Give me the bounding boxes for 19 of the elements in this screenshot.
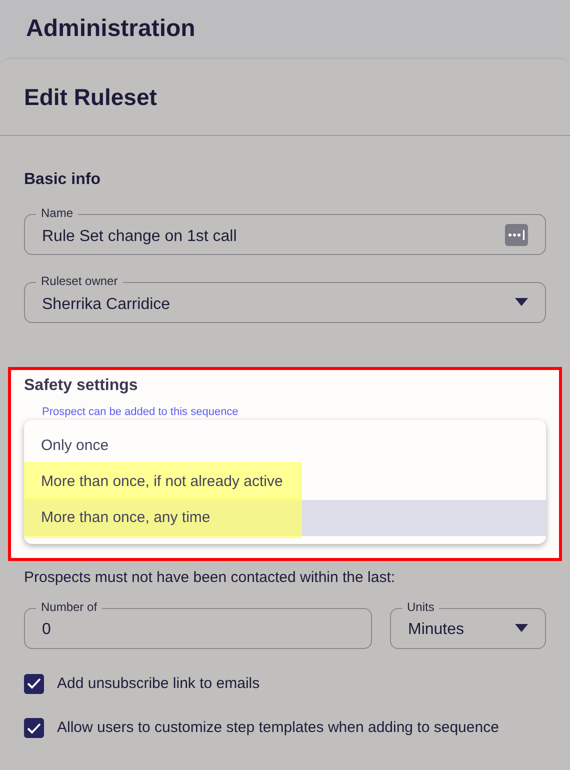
page-title: Administration — [26, 14, 196, 44]
checkbox[interactable] — [24, 674, 44, 694]
dropdown-arrow-icon — [515, 298, 528, 307]
password-manager-icon[interactable] — [505, 224, 528, 246]
field-label: Units — [402, 600, 440, 614]
checkbox-label: Allow users to customize step templates when adding to sequence — [57, 718, 499, 738]
dropdown-arrow-icon — [515, 624, 528, 632]
section-heading: Basic info — [24, 170, 102, 190]
menu-option[interactable]: Only once — [24, 428, 546, 464]
instruction-text: Prospects must not have been contacted within the last: — [24, 568, 396, 588]
field-label: Number of — [36, 600, 102, 614]
section-heading: Safety settings — [24, 376, 139, 396]
checkbox-label: Add unsubscribe link to emails — [57, 674, 260, 694]
field-label: Ruleset owner — [36, 274, 123, 288]
checkbox[interactable] — [24, 718, 44, 738]
menu-option[interactable]: More than once, any time — [24, 500, 546, 536]
field-label: Prospect can be added to this sequence — [41, 406, 240, 418]
field-label: Name — [36, 206, 78, 220]
card-title: Edit Ruleset — [24, 82, 157, 112]
